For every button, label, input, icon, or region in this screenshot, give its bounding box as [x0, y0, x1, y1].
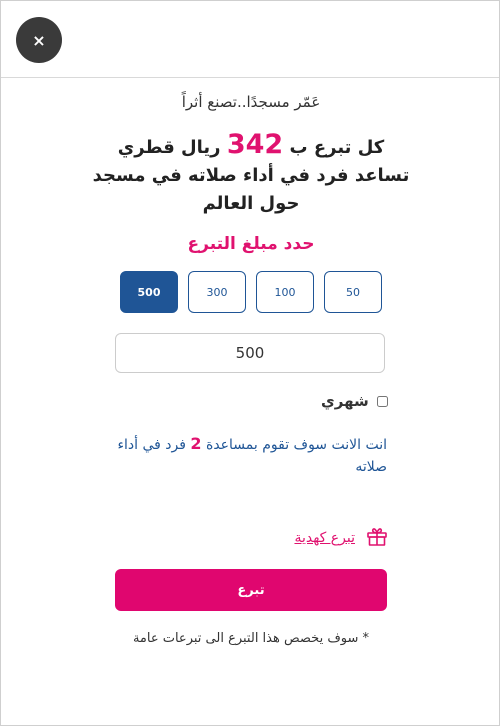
headline-line-3: حول العالم — [202, 193, 300, 214]
headline-currency: ريال قطري — [117, 137, 221, 158]
amount-options: 500 300 100 50 — [120, 271, 382, 313]
monthly-checkbox[interactable] — [376, 395, 388, 407]
gift-link[interactable]: تبرع كهدية — [294, 530, 355, 546]
headline-line-1: كل تبرع ب 342 ريال قطري — [61, 131, 441, 162]
impact-text: انت الانت سوف تقوم بمساعدة 2 فرد في أداء… — [111, 433, 387, 478]
donate-button[interactable]: تبرع — [115, 569, 387, 611]
headline: كل تبرع ب 342 ريال قطري تساعد فرد في أدا… — [61, 131, 441, 218]
amount-option-300[interactable]: 300 — [188, 271, 246, 313]
headline-amount: 342 — [226, 129, 284, 160]
impact-before: انت الانت سوف تقوم بمساعدة — [206, 437, 387, 453]
header-divider — [1, 77, 499, 78]
headline-line-2: تساعد فرد في أداء صلاته في مسجد — [92, 165, 410, 186]
close-button[interactable]: × — [16, 17, 62, 63]
monthly-option: شهري — [321, 391, 388, 411]
amount-option-500[interactable]: 500 — [120, 271, 178, 313]
headline-prefix: كل تبرع ب — [289, 137, 385, 158]
donation-modal: × عَمّر مسجدًا..تصنع أثراً كل تبرع ب 342… — [0, 0, 500, 726]
gift-icon[interactable] — [365, 524, 389, 552]
impact-count: 2 — [190, 434, 202, 453]
gift-donation: تبرع كهدية — [279, 525, 389, 551]
close-icon: × — [32, 30, 46, 50]
select-amount-title: حدد مبلغ التبرع — [187, 234, 315, 254]
tagline: عَمّر مسجدًا..تصنع أثراً — [181, 93, 321, 111]
footnote: * سوف يخصص هذا التبرع الى تبرعات عامة — [132, 631, 370, 646]
monthly-label: شهري — [321, 392, 369, 410]
amount-option-50[interactable]: 50 — [324, 271, 382, 313]
amount-input[interactable] — [115, 333, 385, 373]
amount-option-100[interactable]: 100 — [256, 271, 314, 313]
